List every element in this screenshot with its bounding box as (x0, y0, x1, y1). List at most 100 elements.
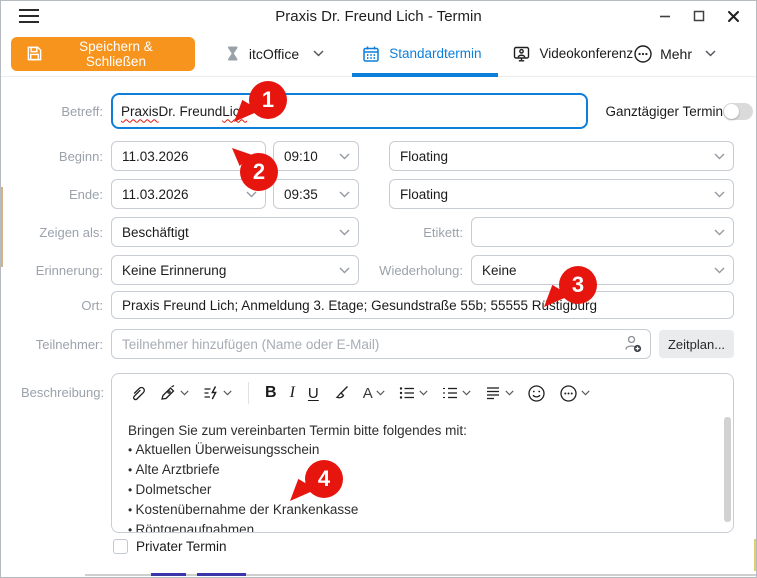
end-time-value: 09:35 (284, 187, 318, 202)
attendees-label: Teilnehmer: (21, 337, 103, 352)
signature-pen-button[interactable] (159, 384, 189, 402)
account-logo-icon (223, 45, 241, 63)
allday-label: Ganztägiger Termin (605, 104, 723, 119)
recurrence-label: Wiederholung: (359, 263, 463, 278)
chevron-down-icon (339, 191, 350, 198)
description-item: Röntgenaufnahmen (128, 520, 715, 533)
italic-button[interactable]: I (290, 384, 295, 402)
editor-scrollbar[interactable] (724, 417, 731, 522)
end-time-dropdown[interactable]: 09:35 (273, 179, 359, 209)
end-timezone-value: Floating (400, 187, 448, 202)
annotation-balloon-2: 2 (240, 153, 278, 191)
chevron-down-icon (714, 267, 725, 274)
label-dropdown[interactable] (471, 217, 734, 247)
schedule-button[interactable]: Zeitplan... (659, 330, 734, 358)
tab-standardtermin[interactable]: Standardtermin (362, 31, 481, 77)
emoji-button[interactable] (527, 384, 546, 403)
subject-word-misspelled: Praxis (121, 104, 159, 119)
private-appointment-label: Privater Termin (136, 539, 227, 554)
video-conference-icon (512, 45, 531, 63)
account-selector[interactable]: itcOffice (223, 45, 324, 63)
quicktext-button[interactable] (202, 384, 232, 402)
window-title: Praxis Dr. Freund Lich - Termin (1, 8, 756, 25)
description-item: Kostenübernahme der Krankenkasse (128, 500, 715, 520)
description-item: Alte Arztbriefe (128, 460, 715, 480)
appointment-form: Betreff: Praxis Dr. Freund Lich Ganztägi… (1, 77, 756, 554)
start-timezone-value: Floating (400, 149, 448, 164)
subject-label: Betreff: (21, 104, 103, 119)
end-timezone-dropdown[interactable]: Floating (389, 179, 734, 209)
start-time-value: 09:10 (284, 149, 318, 164)
description-item: Aktuellen Überweisungsschein (128, 440, 715, 460)
font-color-button[interactable]: A (363, 385, 385, 402)
show-as-value: Beschäftigt (122, 225, 189, 240)
numbered-list-button[interactable] (441, 384, 471, 402)
chevron-down-icon (339, 229, 350, 236)
attendees-input[interactable] (111, 329, 651, 359)
recurrence-dropdown[interactable]: Keine (471, 255, 734, 285)
location-input[interactable] (111, 291, 734, 319)
chevron-down-icon (714, 229, 725, 236)
editor-toolbar: B I U A (112, 374, 733, 412)
tab-standardtermin-label: Standardtermin (389, 46, 481, 61)
titlebar: Praxis Dr. Freund Lich - Termin (1, 1, 756, 31)
description-text[interactable]: Bringen Sie zum vereinbarten Termin bitt… (112, 412, 733, 533)
save-close-button[interactable]: Speichern & Schließen (11, 37, 195, 71)
end-date-value: 11.03.2026 (122, 187, 189, 202)
chevron-down-icon (246, 191, 257, 198)
add-person-icon[interactable] (623, 334, 643, 354)
window-controls (648, 1, 750, 31)
annotation-balloon-4: 4 (305, 460, 343, 498)
annotation-number: 1 (249, 81, 287, 119)
reminder-value: Keine Erinnerung (122, 263, 226, 278)
allday-toggle[interactable] (723, 103, 753, 120)
show-as-label: Zeigen als: (21, 225, 103, 240)
minimize-icon[interactable] (648, 2, 682, 30)
chevron-down-icon (313, 50, 324, 57)
annotation-balloon-1: 1 (249, 81, 287, 119)
description-editor[interactable]: B I U A (111, 373, 734, 533)
tab-videokonferenz-label: Videokonferenz (540, 46, 634, 61)
clear-format-brush-button[interactable] (332, 384, 350, 402)
toolbar: Speichern & Schließen itcOffice (1, 31, 756, 77)
start-time-dropdown[interactable]: 09:10 (273, 141, 359, 171)
background-window-edge (754, 539, 756, 571)
show-as-dropdown[interactable]: Beschäftigt (111, 217, 359, 247)
appointment-window: Praxis Dr. Freund Lich - Termin Spe (0, 0, 757, 578)
more-button[interactable]: Mehr (633, 44, 716, 64)
more-label: Mehr (660, 46, 692, 62)
description-label: Beschreibung: (21, 385, 103, 400)
annotation-number: 4 (305, 460, 343, 498)
background-window-edge (197, 573, 246, 576)
description-intro: Bringen Sie zum vereinbarten Termin bitt… (128, 421, 715, 440)
end-label: Ende: (21, 187, 103, 202)
underline-button[interactable]: U (308, 385, 319, 402)
start-timezone-dropdown[interactable]: Floating (389, 141, 734, 171)
account-label: itcOffice (249, 46, 299, 62)
close-icon[interactable] (716, 2, 750, 30)
start-date-value: 11.03.2026 (122, 149, 189, 164)
bold-button[interactable]: B (265, 384, 277, 402)
private-appointment-checkbox[interactable] (113, 539, 128, 554)
reminder-label: Erinnerung: (21, 263, 103, 278)
start-label: Beginn: (21, 149, 103, 164)
annotation-number: 3 (559, 266, 597, 304)
subject-input[interactable]: Praxis Dr. Freund Lich (111, 93, 588, 129)
bullet-list-button[interactable] (398, 384, 428, 402)
save-close-label: Speichern & Schließen (52, 39, 180, 69)
label-label: Etikett: (359, 225, 463, 240)
maximize-icon[interactable] (682, 2, 716, 30)
font-color-glyph: A (363, 385, 373, 402)
tab-videokonferenz[interactable]: Videokonferenz (512, 31, 634, 77)
editor-more-button[interactable] (559, 384, 590, 403)
background-window-edge (1, 187, 3, 267)
chevron-down-icon (339, 153, 350, 160)
toggle-knob (724, 104, 739, 119)
annotation-number: 2 (240, 153, 278, 191)
attach-button[interactable] (128, 384, 146, 402)
description-item: Dolmetscher (128, 480, 715, 500)
reminder-dropdown[interactable]: Keine Erinnerung (111, 255, 359, 285)
hamburger-menu-icon[interactable] (19, 9, 39, 24)
recurrence-value: Keine (482, 263, 517, 278)
align-button[interactable] (484, 384, 514, 402)
